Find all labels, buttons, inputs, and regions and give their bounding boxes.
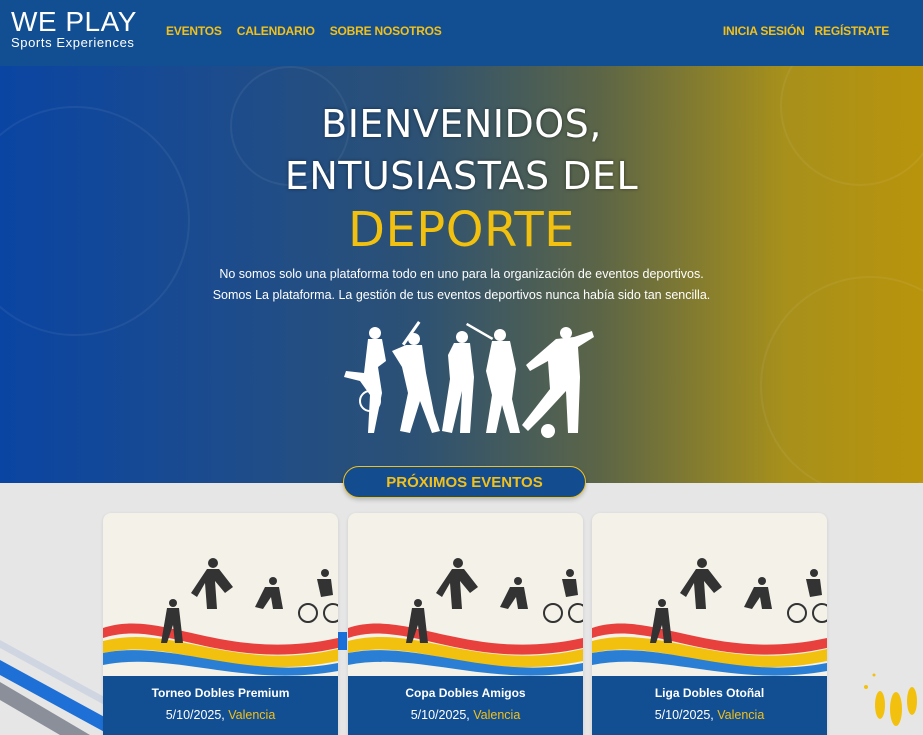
event-title: Liga Dobles Otoñal — [654, 686, 765, 700]
event-meta: 5/10/2025, Valencia — [103, 708, 338, 722]
event-info: Liga Dobles Otoñal 5/10/2025, Valencia — [592, 676, 827, 735]
event-city: Valencia — [717, 708, 765, 722]
auth-links: INICIA SESIÓN REGÍSTRATE — [723, 24, 889, 38]
brand-tagline: Sports Experiences — [11, 35, 135, 50]
upcoming-events-heading: PRÓXIMOS EVENTOS — [343, 466, 586, 498]
hero-banner: BIENVENIDOS, ENTUSIASTAS DEL DEPORTE No … — [0, 66, 923, 483]
decorative-stripes — [0, 640, 110, 735]
nav-link-calendario[interactable]: CALENDARIO — [237, 24, 315, 38]
event-info: Copa Dobles Amigos 5/10/2025, Valencia — [348, 676, 583, 735]
event-info: Torneo Dobles Premium 5/10/2025, Valenci… — [103, 676, 338, 735]
event-date: 5/10/2025, — [654, 708, 714, 722]
event-meta: 5/10/2025, Valencia — [592, 708, 827, 722]
event-sports-illustration — [103, 558, 338, 676]
hero-description: No somos solo una plataforma todo en uno… — [0, 264, 923, 306]
event-title: Copa Dobles Amigos — [405, 686, 526, 700]
event-meta: 5/10/2025, Valencia — [348, 708, 583, 722]
decorative-bar — [337, 632, 347, 650]
hero-ball-decoration — [760, 276, 923, 483]
athletes-silhouette-illustration — [344, 321, 594, 438]
hero-title-accent: DEPORTE — [347, 202, 576, 258]
event-date: 5/10/2025, — [410, 708, 470, 722]
register-link[interactable]: REGÍSTRATE — [815, 24, 890, 38]
event-city: Valencia — [473, 708, 521, 722]
login-link[interactable]: INICIA SESIÓN — [723, 24, 805, 38]
nav-link-eventos[interactable]: EVENTOS — [166, 24, 222, 38]
event-card[interactable]: Copa Dobles Amigos 5/10/2025, Valencia — [348, 513, 583, 735]
bowling-pins-decoration — [864, 673, 917, 726]
event-title: Torneo Dobles Premium — [151, 686, 290, 700]
event-card[interactable]: Torneo Dobles Premium 5/10/2025, Valenci… — [103, 513, 338, 735]
hero-title-line1: BIENVENIDOS, — [321, 102, 602, 146]
top-navbar: WE PLAY Sports Experiences EVENTOS CALEN… — [0, 0, 923, 66]
brand-logo[interactable]: WE PLAY Sports Experiences — [11, 8, 137, 50]
event-card[interactable]: Liga Dobles Otoñal 5/10/2025, Valencia — [592, 513, 827, 735]
event-date: 5/10/2025, — [165, 708, 225, 722]
event-city: Valencia — [228, 708, 276, 722]
nav-link-sobre-nosotros[interactable]: SOBRE NOSOTROS — [330, 24, 442, 38]
hero-title-line2: ENTUSIASTAS DEL — [284, 154, 639, 198]
main-nav: EVENTOS CALENDARIO SOBRE NOSOTROS — [166, 24, 442, 38]
event-sports-illustration — [592, 558, 827, 676]
hero-description-line2: Somos La plataforma. La gestión de tus e… — [212, 288, 711, 302]
brand-name: WE PLAY — [11, 6, 137, 37]
hero-description-line1: No somos solo una plataforma todo en uno… — [219, 267, 704, 281]
event-sports-illustration — [348, 558, 583, 676]
